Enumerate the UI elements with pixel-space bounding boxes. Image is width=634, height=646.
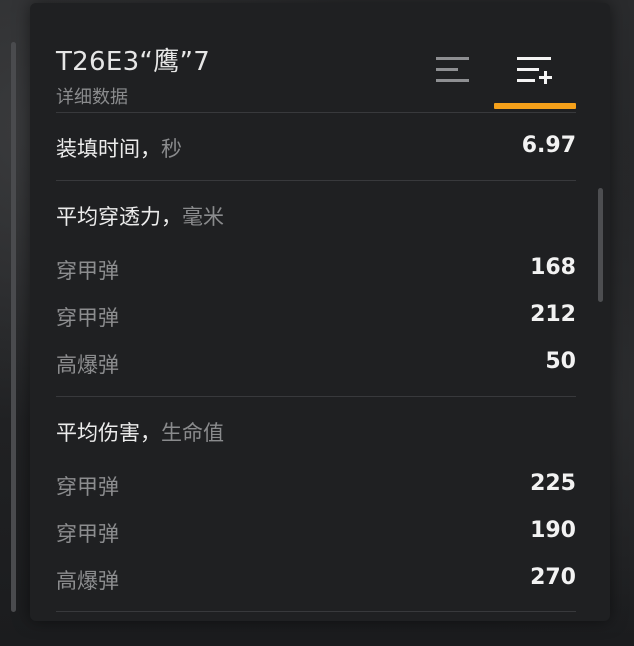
damage-shell-3-label: 高爆弹 <box>56 569 119 593</box>
panel-edge-rail <box>11 42 16 612</box>
penetration-unit: 毫米 <box>182 205 224 229</box>
damage-unit: 生命值 <box>161 421 224 445</box>
damage-shell-1-value: 225 <box>530 471 576 496</box>
divider <box>56 180 576 181</box>
divider <box>56 112 576 113</box>
reload-time-value: 6.97 <box>521 133 576 158</box>
damage-shell-2-value: 190 <box>530 518 576 543</box>
damage-label: 平均伤害，生命值 <box>56 421 224 445</box>
tab-detailed-stats[interactable] <box>495 46 575 110</box>
vehicle-name: T26E3“鹰”7 <box>56 47 211 77</box>
scrollbar-thumb[interactable] <box>598 188 603 302</box>
damage-shell-1-label: 穿甲弹 <box>56 475 119 499</box>
tab-basic-stats[interactable] <box>414 46 494 110</box>
panel-subtitle: 详细数据 <box>56 87 128 108</box>
penetration-label: 平均穿透力，毫米 <box>56 205 224 229</box>
damage-shell-2-label: 穿甲弹 <box>56 522 119 546</box>
lines-icon <box>436 57 469 82</box>
penetration-shell-1-label: 穿甲弹 <box>56 259 119 283</box>
reload-time-label: 装填时间，秒 <box>56 137 182 161</box>
divider <box>56 396 576 397</box>
reload-time-unit: 秒 <box>161 137 182 161</box>
penetration-shell-3-value: 50 <box>545 349 576 374</box>
active-tab-indicator <box>494 103 576 109</box>
damage-shell-3-value: 270 <box>530 565 576 590</box>
lines-plus-icon <box>517 57 552 84</box>
penetration-shell-2-value: 212 <box>530 302 576 327</box>
penetration-shell-2-label: 穿甲弹 <box>56 306 119 330</box>
divider <box>56 611 576 612</box>
penetration-shell-1-value: 168 <box>530 255 576 280</box>
penetration-shell-3-label: 高爆弹 <box>56 353 119 377</box>
